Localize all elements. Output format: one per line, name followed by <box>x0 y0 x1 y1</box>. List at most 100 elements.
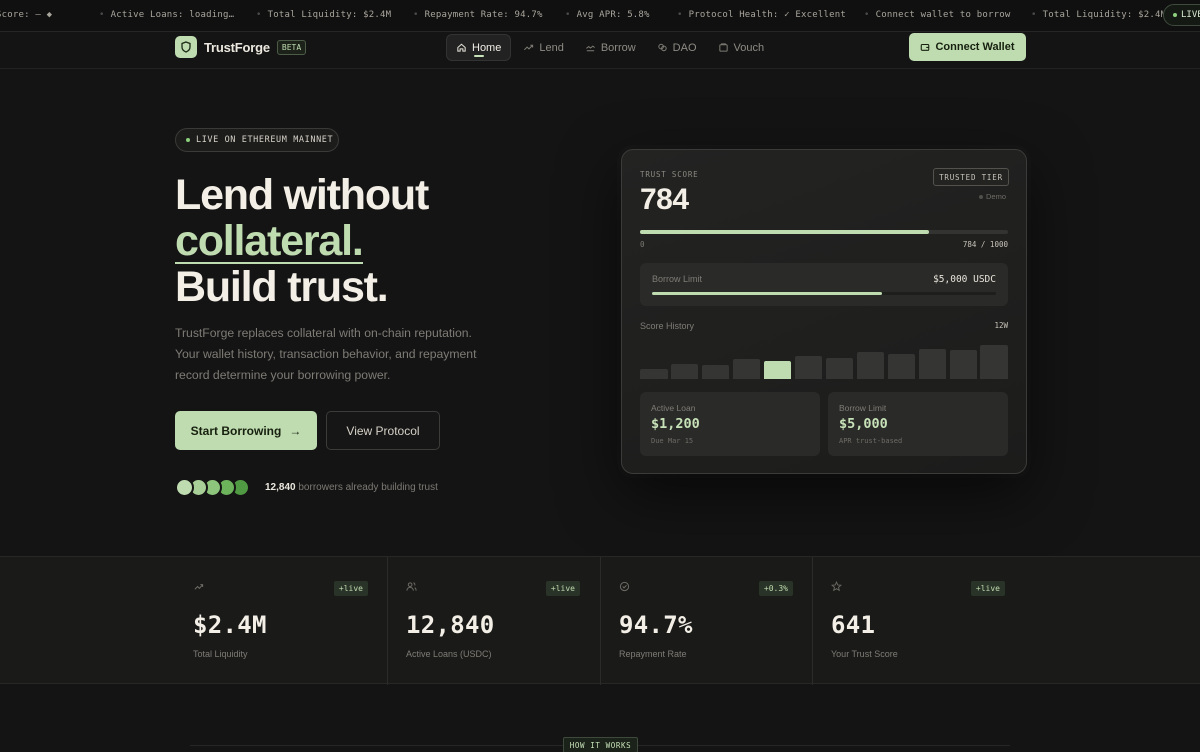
connect-wallet-button[interactable]: Connect Wallet <box>909 33 1026 61</box>
history-bar <box>732 359 761 379</box>
view-protocol-label: View Protocol <box>346 423 420 438</box>
history-bar <box>887 354 916 379</box>
trust-score-value: 784 <box>640 183 689 216</box>
brand[interactable]: TrustForge BETA <box>175 35 307 59</box>
nav-vouch-label: Vouch <box>733 41 765 54</box>
score-max: 784 / 1000 <box>962 240 1008 249</box>
stat-value: $2.4M <box>193 611 267 639</box>
status-dot <box>186 138 190 142</box>
avatar <box>175 478 194 497</box>
score-min: 0 <box>640 240 645 249</box>
history-bar <box>949 350 978 379</box>
score-history-range: 12W <box>994 321 1008 330</box>
trust-score-label: TRUST SCORE <box>640 170 699 179</box>
score-history-label: Score History <box>640 321 695 331</box>
beta-badge: BETA <box>276 39 307 55</box>
live-indicator: LIVE <box>1163 4 1200 26</box>
ticker-item: • Connect wallet to borrow <box>864 10 1011 20</box>
how-it-works-badge: HOW IT WORKS <box>563 737 638 752</box>
borrow-limit-mini-panel: Borrow Limit $5,000 APR trust-based <box>828 392 1008 456</box>
start-borrowing-button[interactable]: Start Borrowing → <box>175 411 317 450</box>
demo-dot <box>979 195 983 200</box>
active-loan-due: Due Mar 15 <box>651 437 694 445</box>
history-bar <box>701 365 730 379</box>
demo-indicator: Demo <box>979 192 1006 201</box>
nav-home[interactable]: Home <box>446 34 512 61</box>
nav-borrow[interactable]: Borrow <box>576 34 645 61</box>
ticker-item: • Protocol Health: ✓ Excellent <box>677 10 846 20</box>
active-loan-panel: Active Loan $1,200 Due Mar 15 <box>640 392 820 456</box>
nav-dao[interactable]: DAO <box>648 34 706 61</box>
ticker-item: • Total Liquidity: $2.4M <box>1031 10 1167 20</box>
history-bar <box>918 349 947 379</box>
stat-value: 94.7% <box>619 611 693 639</box>
stat-value: 12,840 <box>406 611 495 639</box>
stat-badge: +live <box>333 581 368 596</box>
stat-total-liquidity: +live $2.4M Total Liquidity <box>175 557 387 685</box>
score-progress-fill <box>640 230 929 234</box>
nav-home-label: Home <box>472 41 502 54</box>
vouch-icon <box>718 43 728 52</box>
hero-title-accent: collateral. <box>175 217 364 265</box>
stat-trust-score: +live 641 Your Trust Score <box>812 557 1024 685</box>
ticker-item: • Repayment Rate: 94.7% <box>413 10 543 20</box>
hero-title-line3: Build trust. <box>175 263 389 311</box>
hero-title: Lend without collateral. Build trust. <box>175 172 555 310</box>
network-status-label: LIVE ON ETHEREUM MAINNET <box>196 135 334 145</box>
ticker-bar: Score: — ◆ • Active Loans: loading… • Tota… <box>0 0 1200 32</box>
borrow-limit-mini-label: Borrow Limit <box>839 403 887 413</box>
history-bar <box>794 356 823 379</box>
stat-repayment-rate: +0.3% 94.7% Repayment Rate <box>600 557 812 685</box>
dao-icon <box>658 43 667 52</box>
social-proof: 12,840 borrowers already building trust <box>265 482 438 493</box>
network-status-pill: LIVE ON ETHEREUM MAINNET <box>175 128 339 152</box>
start-borrowing-label: Start Borrowing <box>190 423 282 438</box>
stat-active-loans: +live 12,840 Active Loans (USDC) <box>387 557 599 685</box>
stat-badge: +live <box>970 581 1005 596</box>
ticker-item: • Avg APR: 5.8% <box>565 10 650 20</box>
borrow-limit-fill <box>652 292 883 295</box>
social-text: borrowers already building trust <box>298 482 438 493</box>
history-bar <box>980 345 1008 379</box>
trust-score-card: TRUST SCORE 784 TRUSTED TIER Demo 0 784 … <box>621 149 1027 474</box>
history-bar <box>640 369 668 379</box>
ticker-item: • Active Loans: loading… <box>99 10 235 20</box>
borrow-limit-label: Borrow Limit <box>652 274 703 284</box>
live-dot <box>1173 12 1177 17</box>
nav-vouch[interactable]: Vouch <box>709 34 774 61</box>
active-loan-label: Active Loan <box>651 403 696 413</box>
view-protocol-button[interactable]: View Protocol <box>326 411 440 450</box>
borrow-limit-mini-value: $5,000 <box>839 416 888 432</box>
top-nav: TrustForge BETA Home Lend Borrow DAO Vou… <box>0 32 1200 69</box>
tier-badge: TRUSTED TIER <box>933 168 1009 186</box>
active-loan-value: $1,200 <box>651 416 700 432</box>
history-bar <box>856 352 885 379</box>
home-icon <box>457 43 466 52</box>
history-bar <box>670 364 699 379</box>
nav-lend[interactable]: Lend <box>514 34 572 61</box>
hero-title-line1: Lend without <box>175 171 429 219</box>
nav-borrow-label: Borrow <box>600 41 636 54</box>
check-circle-icon <box>619 581 630 592</box>
stats-bar: +live $2.4M Total Liquidity +live 12,840… <box>0 556 1200 685</box>
star-icon <box>831 581 842 592</box>
stat-badge: +0.3% <box>758 581 793 596</box>
borrow-limit-mini-sub: APR trust-based <box>839 437 903 445</box>
avatar-stack <box>175 478 255 497</box>
hero-description: TrustForge replaces collateral with on-c… <box>175 326 477 382</box>
borrow-icon <box>585 45 595 52</box>
history-bar <box>825 358 854 379</box>
nav-lend-label: Lend <box>539 41 564 54</box>
users-icon <box>406 582 417 591</box>
nav-dao-label: DAO <box>672 41 697 54</box>
stat-label: Active Loans (USDC) <box>406 649 492 659</box>
stat-label: Total Liquidity <box>193 649 248 659</box>
arrow-right-icon: → <box>289 423 302 438</box>
trend-icon <box>524 44 534 51</box>
ticker-item: • Total Liquidity: $2.4M <box>256 10 392 20</box>
score-progress-track <box>640 230 1008 234</box>
brand-name: TrustForge <box>204 39 270 55</box>
stat-badge: +live <box>545 581 580 596</box>
score-history-chart <box>640 341 1008 379</box>
demo-label: Demo <box>986 192 1007 201</box>
